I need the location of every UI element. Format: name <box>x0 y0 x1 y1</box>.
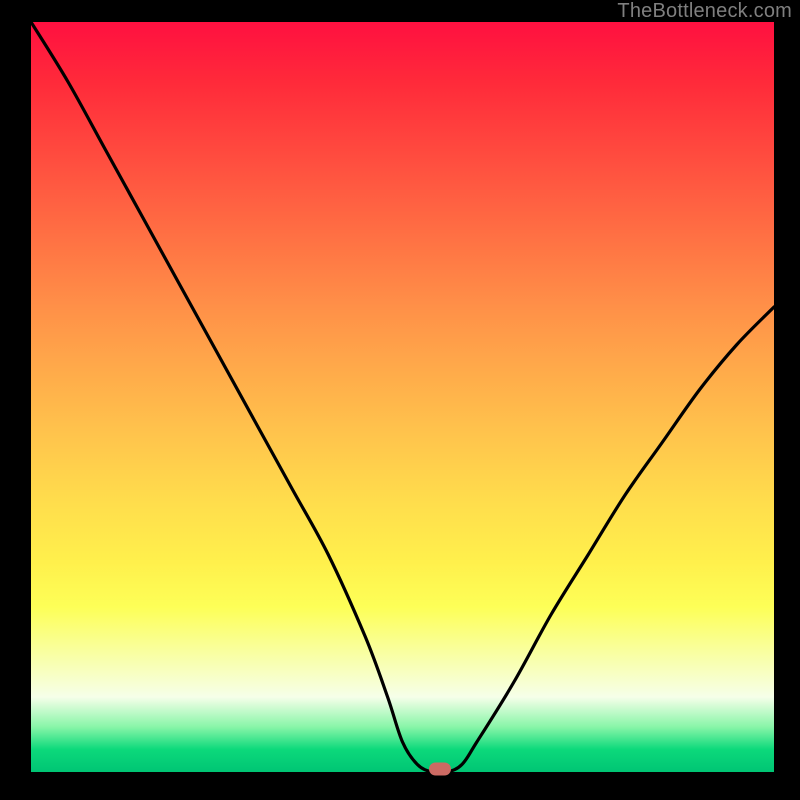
chart-frame <box>5 22 795 795</box>
optimal-point-marker <box>429 763 451 776</box>
bottleneck-curve <box>31 22 774 772</box>
chart-plot-area <box>31 22 774 772</box>
watermark-text: TheBottleneck.com <box>617 0 792 23</box>
